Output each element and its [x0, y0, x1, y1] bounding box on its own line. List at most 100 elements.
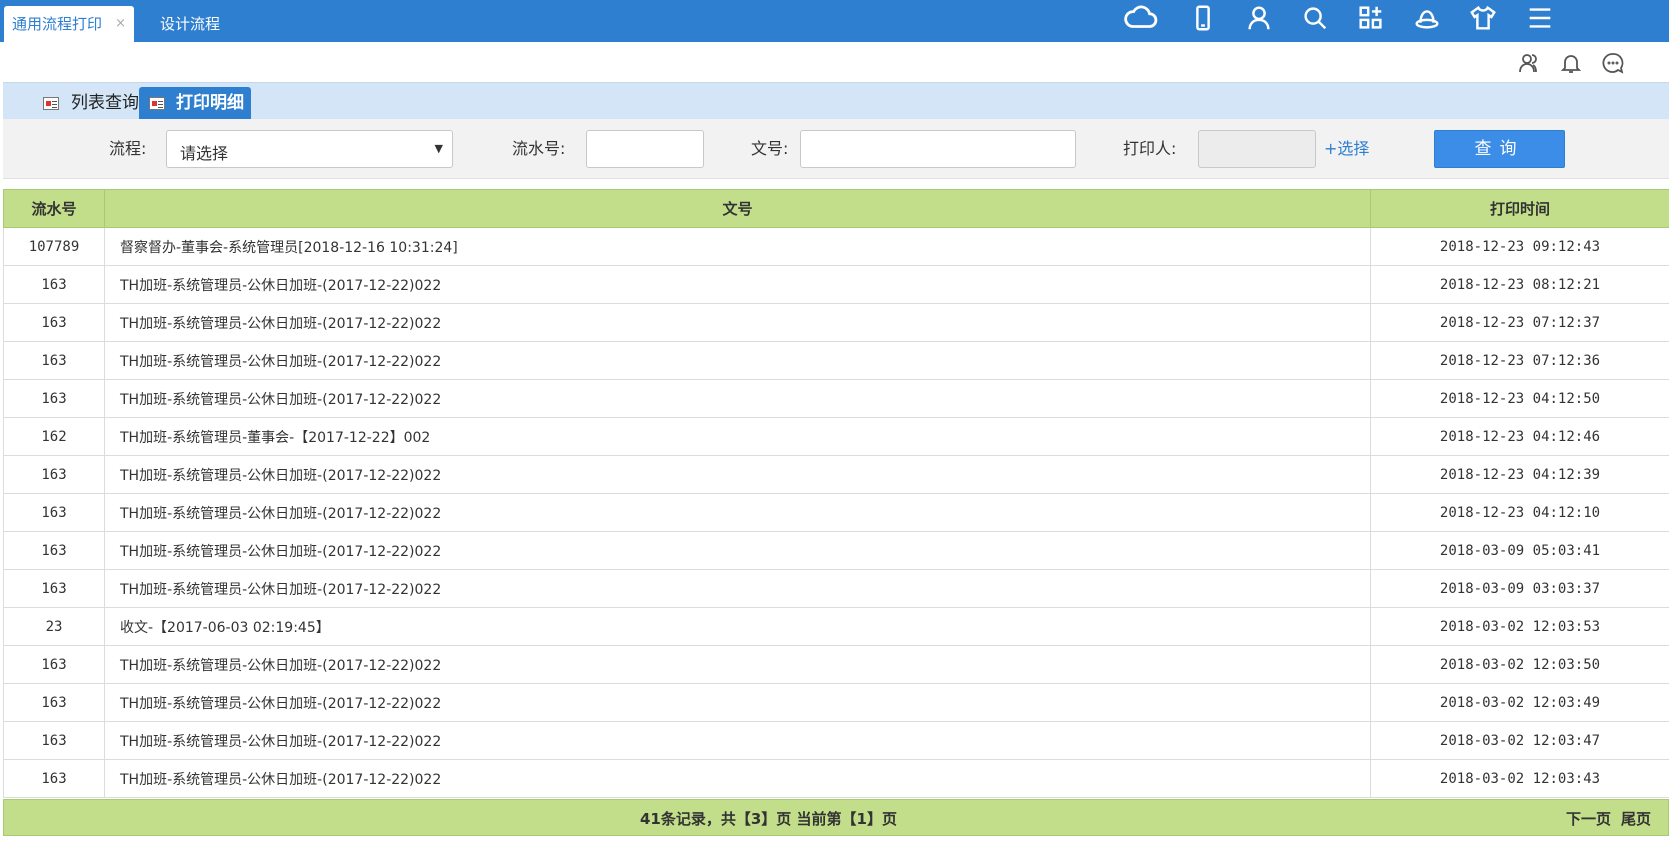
- cell-print-time: 2018-12-23 04:12:46: [1370, 417, 1669, 456]
- cell-serial: 163: [3, 379, 105, 418]
- cloud-icon[interactable]: [1120, 0, 1160, 36]
- cell-doc: 收文-【2017-06-03 02:19:45】: [104, 607, 1371, 646]
- cell-print-time: 2018-03-02 12:03:53: [1370, 607, 1669, 646]
- serial-input[interactable]: [586, 130, 704, 168]
- table-row[interactable]: 163 TH加班-系统管理员-公休日加班-(2017-12-22)022 2018-…: [3, 683, 1669, 722]
- cell-print-time: 2018-03-02 12:03:43: [1370, 759, 1669, 798]
- tab-design-flow[interactable]: 设计流程: [160, 6, 220, 42]
- tab-print-detail-label: 打印明细: [176, 93, 244, 113]
- cell-print-time: 2018-12-23 04:12:10: [1370, 493, 1669, 532]
- header-doc: 文号: [104, 189, 1371, 228]
- table-header-row: 流水号 文号 打印时间: [3, 189, 1669, 228]
- table-row[interactable]: 163 TH加班-系统管理员-公休日加班-(2017-12-22)022 2018-…: [3, 759, 1669, 798]
- table-row[interactable]: 163 TH加班-系统管理员-公休日加班-(2017-12-22)022 2018-…: [3, 645, 1669, 684]
- cell-serial: 163: [3, 265, 105, 304]
- cell-doc: TH加班-系统管理员-公休日加班-(2017-12-22)022: [104, 303, 1371, 342]
- cell-serial: 163: [3, 759, 105, 798]
- cell-serial: 163: [3, 341, 105, 380]
- table-row[interactable]: 163 TH加班-系统管理员-公休日加班-(2017-12-22)022 2018-…: [3, 531, 1669, 570]
- cell-serial: 107789: [3, 227, 105, 266]
- caret-down-icon: ▼: [434, 142, 443, 155]
- last-page-link[interactable]: 尾页: [1621, 808, 1651, 829]
- contacts-icon[interactable]: [1514, 48, 1544, 78]
- table-row[interactable]: 163 TH加班-系统管理员-公休日加班-(2017-12-22)022 2018-…: [3, 569, 1669, 608]
- tab-list-query[interactable]: 列表查询: [33, 87, 139, 119]
- sub-tabs: 列表查询 打印明细: [3, 82, 1669, 119]
- doc-input[interactable]: [800, 130, 1076, 168]
- flow-select-value: 请选择: [180, 144, 229, 163]
- table-row[interactable]: 23 收文-【2017-06-03 02:19:45】 2018-03-02 12:…: [3, 607, 1669, 646]
- cell-doc: TH加班-系统管理员-公休日加班-(2017-12-22)022: [104, 759, 1371, 798]
- choose-link[interactable]: +选择: [1324, 135, 1369, 159]
- cell-doc: TH加班-系统管理员-董事会-【2017-12-22】002: [104, 417, 1371, 456]
- cell-print-time: 2018-12-23 07:12:36: [1370, 341, 1669, 380]
- cell-print-time: 2018-03-09 03:03:37: [1370, 569, 1669, 608]
- tab-general-print-label: 通用流程打印: [12, 15, 103, 33]
- table-row[interactable]: 163 TH加班-系统管理员-公休日加班-(2017-12-22)022 2018-…: [3, 493, 1669, 532]
- tab-close-icon[interactable]: ×: [115, 6, 126, 42]
- table-row[interactable]: 162 TH加班-系统管理员-董事会-【2017-12-22】002 2018-12…: [3, 417, 1669, 456]
- cell-doc: TH加班-系统管理员-公休日加班-(2017-12-22)022: [104, 493, 1371, 532]
- cell-print-time: 2018-03-02 12:03:47: [1370, 721, 1669, 760]
- query-button[interactable]: 查询: [1434, 130, 1565, 168]
- flow-label: 流程:: [109, 139, 147, 158]
- table-row[interactable]: 163 TH加班-系统管理员-公休日加班-(2017-12-22)022 2018-…: [3, 265, 1669, 304]
- pager-info: 41条记录，共【3】页 当前第【1】页: [640, 810, 897, 828]
- table-row[interactable]: 163 TH加班-系统管理员-公休日加班-(2017-12-22)022 2018-…: [3, 455, 1669, 494]
- table-row[interactable]: 163 TH加班-系统管理员-公休日加班-(2017-12-22)022 2018-…: [3, 721, 1669, 760]
- cell-print-time: 2018-03-02 12:03:50: [1370, 645, 1669, 684]
- doc-label: 文号:: [751, 139, 789, 158]
- cell-print-time: 2018-03-02 12:03:49: [1370, 683, 1669, 722]
- serial-label: 流水号:: [512, 139, 566, 158]
- cell-serial: 163: [3, 683, 105, 722]
- cell-serial: 163: [3, 645, 105, 684]
- cell-print-time: 2018-12-23 04:12:39: [1370, 455, 1669, 494]
- printer-label: 打印人:: [1123, 139, 1177, 158]
- form-icon: [43, 97, 59, 110]
- tab-print-detail[interactable]: 打印明细: [139, 87, 251, 119]
- top-bar: 通用流程打印 × 设计流程: [0, 0, 1669, 42]
- cell-serial: 23: [3, 607, 105, 646]
- table-row[interactable]: 163 TH加班-系统管理员-公休日加班-(2017-12-22)022 2018-…: [3, 379, 1669, 418]
- cell-doc: TH加班-系统管理员-公休日加班-(2017-12-22)022: [104, 645, 1371, 684]
- next-page-link[interactable]: 下一页: [1566, 808, 1611, 829]
- cell-serial: 163: [3, 531, 105, 570]
- table-row[interactable]: 163 TH加班-系统管理员-公休日加班-(2017-12-22)022 2018-…: [3, 341, 1669, 380]
- cell-doc: 督察督办-董事会-系统管理员[2018-12-16 10:31:24]: [104, 227, 1371, 266]
- chat-icon[interactable]: [1598, 48, 1628, 78]
- cell-doc: TH加班-系统管理员-公休日加班-(2017-12-22)022: [104, 265, 1371, 304]
- cell-print-time: 2018-12-23 09:12:43: [1370, 227, 1669, 266]
- search-icon[interactable]: [1295, 0, 1335, 36]
- header-print-time: 打印时间: [1370, 189, 1669, 228]
- cell-doc: TH加班-系统管理员-公休日加班-(2017-12-22)022: [104, 683, 1371, 722]
- pager-bar: 41条记录，共【3】页 当前第【1】页 下一页 尾页: [3, 799, 1669, 836]
- table-row[interactable]: 163 TH加班-系统管理员-公休日加班-(2017-12-22)022 2018-…: [3, 303, 1669, 342]
- cell-doc: TH加班-系统管理员-公休日加班-(2017-12-22)022: [104, 379, 1371, 418]
- tab-general-print[interactable]: 通用流程打印 ×: [4, 6, 134, 42]
- cell-print-time: 2018-03-09 05:03:41: [1370, 531, 1669, 570]
- cell-serial: 163: [3, 569, 105, 608]
- hat-icon[interactable]: [1407, 0, 1447, 36]
- printer-input: [1198, 130, 1316, 168]
- header-serial: 流水号: [3, 189, 105, 228]
- form-icon: [149, 97, 165, 110]
- cell-print-time: 2018-12-23 04:12:50: [1370, 379, 1669, 418]
- cell-print-time: 2018-12-23 08:12:21: [1370, 265, 1669, 304]
- mobile-icon[interactable]: [1183, 0, 1223, 36]
- print-detail-table: 流水号 文号 打印时间 107789 督察督办-董事会-系统管理员[2018-12…: [3, 189, 1669, 798]
- cell-serial: 163: [3, 303, 105, 342]
- bell-icon[interactable]: [1556, 48, 1586, 78]
- cell-serial: 163: [3, 493, 105, 532]
- flow-select[interactable]: 请选择 ▼: [166, 130, 453, 168]
- user-icon[interactable]: [1239, 0, 1279, 36]
- cell-doc: TH加班-系统管理员-公休日加班-(2017-12-22)022: [104, 455, 1371, 494]
- apps-icon[interactable]: [1351, 0, 1391, 36]
- menu-icon[interactable]: [1520, 0, 1560, 36]
- shirt-icon[interactable]: [1463, 0, 1503, 36]
- cell-doc: TH加班-系统管理员-公休日加班-(2017-12-22)022: [104, 341, 1371, 380]
- table-row[interactable]: 107789 督察督办-董事会-系统管理员[2018-12-16 10:31:24…: [3, 227, 1669, 266]
- cell-serial: 163: [3, 455, 105, 494]
- cell-serial: 163: [3, 721, 105, 760]
- cell-doc: TH加班-系统管理员-公休日加班-(2017-12-22)022: [104, 531, 1371, 570]
- cell-serial: 162: [3, 417, 105, 456]
